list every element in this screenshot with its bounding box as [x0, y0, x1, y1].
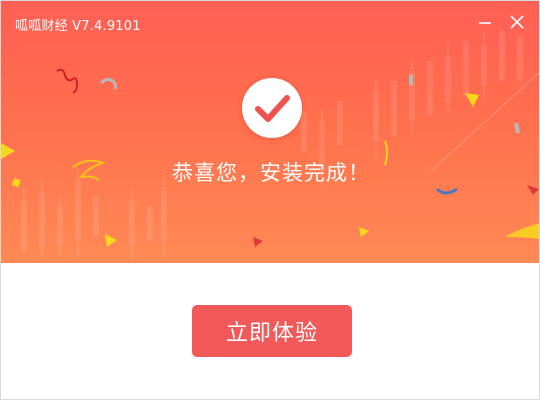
start-experience-button[interactable]: 立即体验	[192, 305, 352, 357]
minimize-icon	[479, 22, 491, 24]
success-badge	[242, 78, 302, 138]
minimize-button[interactable]	[474, 11, 496, 33]
close-icon	[510, 15, 524, 29]
install-complete-message: 恭喜您，安装完成！	[172, 161, 370, 185]
installer-window: 呱呱财经 V7.4.9101 恭喜您，安装完成！ 立即体验	[0, 0, 540, 400]
window-title: 呱呱财经 V7.4.9101	[15, 19, 141, 34]
candlestick-background	[21, 31, 523, 261]
close-button[interactable]	[506, 11, 528, 33]
header-banner: 呱呱财经 V7.4.9101 恭喜您，安装完成！	[1, 1, 539, 263]
checkmark-icon	[255, 95, 290, 122]
